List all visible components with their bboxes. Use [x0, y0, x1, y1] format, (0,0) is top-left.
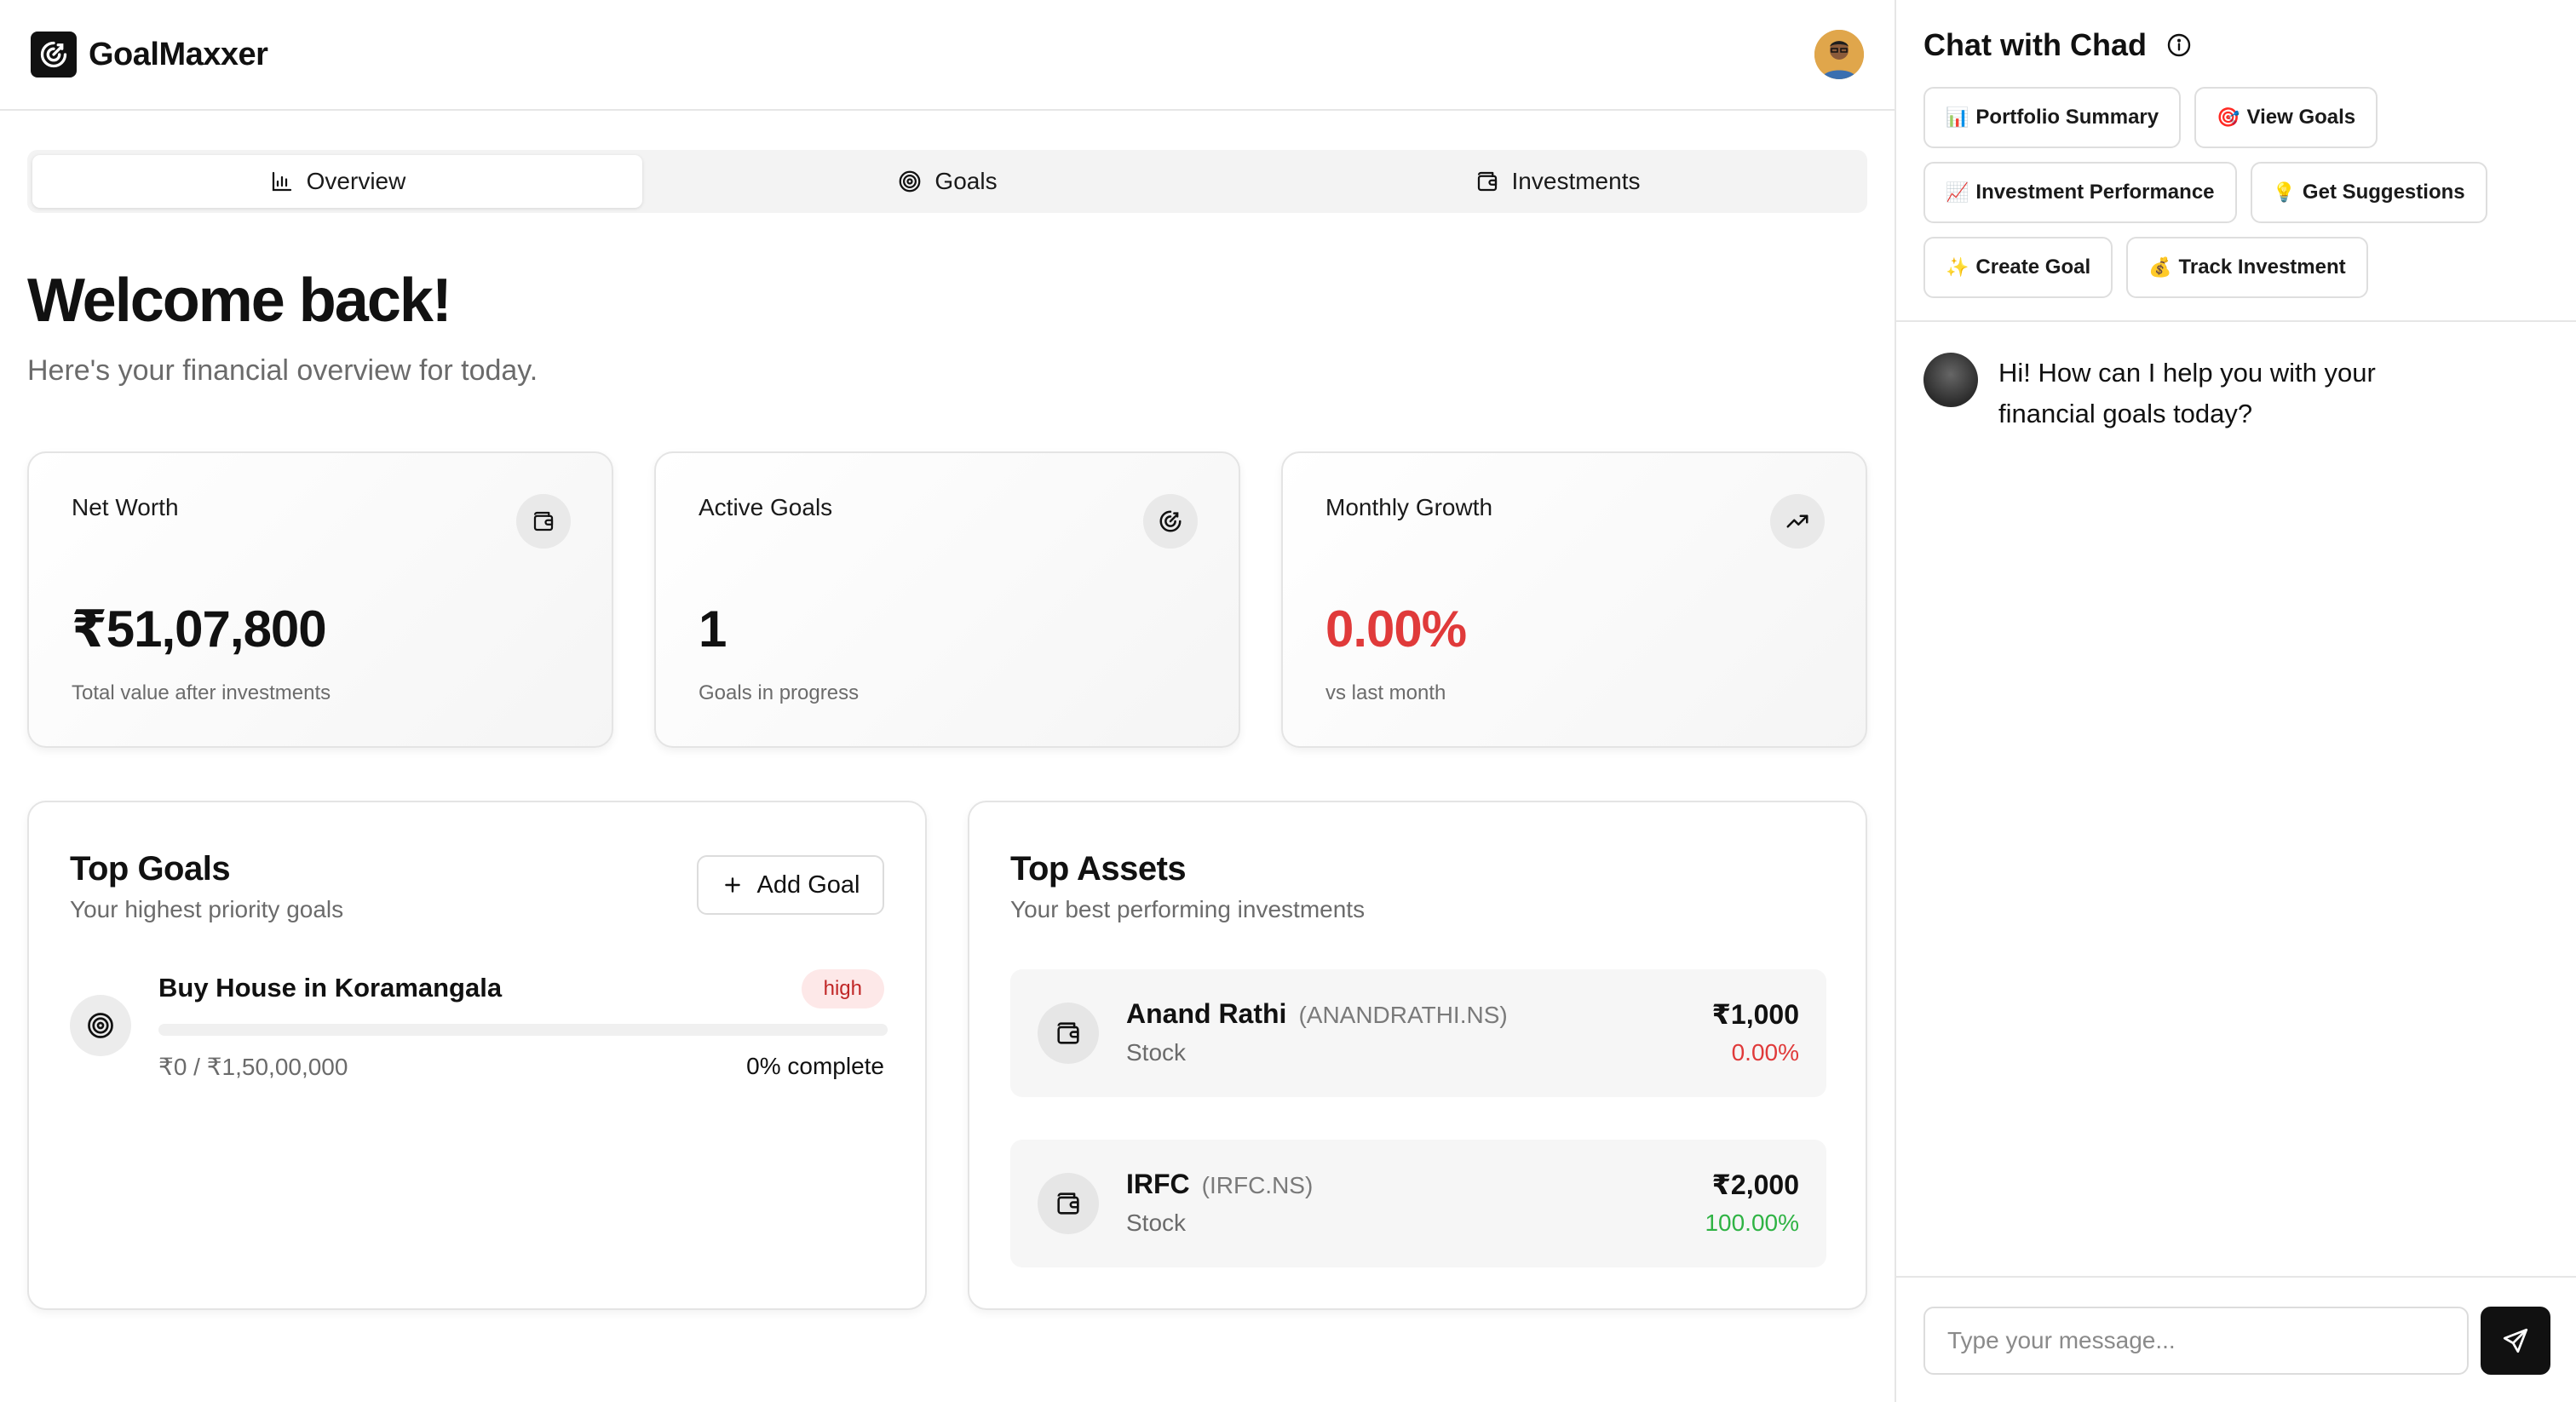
wallet-icon [1038, 1173, 1099, 1234]
chip-view-goals[interactable]: 🎯 View Goals [2194, 87, 2378, 148]
chip-label: Create Goal [1975, 256, 2091, 279]
goal-name: Buy House in Koramangala [158, 973, 503, 1003]
info-icon[interactable] [2165, 32, 2193, 59]
chat-message: Hi! How can I help you with your financi… [1923, 353, 2441, 434]
chip-get-suggestions[interactable]: 💡 Get Suggestions [2250, 162, 2487, 223]
chat-message-text: Hi! How can I help you with your financi… [1998, 358, 2376, 428]
chart-icon [272, 171, 291, 192]
stat-title: Net Worth [72, 494, 179, 520]
top-goals-panel: Top Goals Your highest priority goals Ad… [27, 801, 927, 1310]
asset-name: Anand Rathi (ANANDRATHI.NS) [1126, 998, 1508, 1030]
trend-chart-icon: 📈 [1946, 181, 1969, 203]
add-goal-label: Add Goal [756, 871, 860, 899]
asset-name-text: IRFC [1126, 1169, 1190, 1199]
send-button[interactable] [2481, 1307, 2550, 1375]
top-assets-panel: Top Assets Your best performing investme… [968, 801, 1867, 1310]
stat-value: 0.00% [1325, 600, 1467, 658]
chip-create-goal[interactable]: ✨ Create Goal [1923, 237, 2113, 298]
brand[interactable]: GoalMaxxer [31, 32, 268, 78]
asset-change: 0.00% [1731, 1039, 1799, 1066]
asset-ticker: (IRFC.NS) [1201, 1172, 1314, 1198]
chat-header: Chat with Chad 📊 Portfolio Summary 🎯 View … [1896, 0, 2576, 322]
quick-action-chips: 📊 Portfolio Summary 🎯 View Goals 📈 Investme… [1923, 87, 2537, 298]
target-icon [900, 170, 921, 192]
asset-name: IRFC (IRFC.NS) [1126, 1169, 1313, 1200]
target-icon [70, 995, 131, 1056]
stat-caption: Total value after investments [72, 681, 331, 704]
tab-investments[interactable]: Investments [1252, 155, 1862, 208]
plus-icon [724, 877, 740, 893]
asset-value: ₹2,000 [1711, 1169, 1799, 1200]
chat-message-input[interactable] [1923, 1307, 2469, 1375]
wallet-icon [1477, 171, 1497, 192]
panel-title: Top Assets [1010, 850, 1187, 888]
chip-investment-performance[interactable]: 📈 Investment Performance [1923, 162, 2237, 223]
tab-label: Investments [1511, 168, 1641, 194]
stat-card-active-goals: Active Goals 1 Goals in progress [654, 451, 1240, 748]
tab-label: Overview [306, 168, 406, 194]
panel-title: Top Goals [70, 850, 231, 888]
stat-caption: Goals in progress [699, 681, 860, 704]
stat-card-monthly-growth: Monthly Growth 0.00% vs last month [1281, 451, 1867, 748]
goal-amount: ₹0 / ₹1,50,00,000 [158, 1054, 348, 1080]
sparkles-icon: ✨ [1946, 256, 1969, 278]
asset-row[interactable]: IRFC (IRFC.NS) Stock ₹2,000 100.00% [1010, 1140, 1826, 1267]
stat-card-net-worth: Net Worth ₹51,07,800 Total value after i… [27, 451, 613, 748]
user-avatar[interactable] [1814, 30, 1864, 79]
panel-subtitle: Your highest priority goals [70, 896, 344, 922]
send-icon [2503, 1328, 2528, 1353]
view-tabs: Overview Goals Investments [27, 150, 1867, 213]
add-goal-button[interactable]: Add Goal [697, 855, 884, 915]
page-subtitle: Here's your financial overview for today… [27, 354, 538, 387]
dart-icon: 🎯 [2217, 106, 2240, 128]
asset-ticker: (ANANDRATHI.NS) [1298, 1002, 1508, 1028]
chat-sidebar: Chat with Chad 📊 Portfolio Summary 🎯 View … [1895, 0, 2576, 1402]
priority-badge: high [801, 969, 884, 1008]
asset-row[interactable]: Anand Rathi (ANANDRATHI.NS) Stock ₹1,000 … [1010, 969, 1826, 1097]
goal-target-icon [31, 32, 77, 78]
chip-label: Get Suggestions [2302, 181, 2465, 204]
tab-goals[interactable]: Goals [642, 155, 1252, 208]
asset-change: 100.00% [1705, 1210, 1799, 1236]
chat-title-text: Chat with Chad [1923, 27, 2147, 62]
trending-up-icon [1770, 494, 1825, 549]
goal-progress-bar [158, 1024, 888, 1036]
wallet-icon [516, 494, 571, 549]
lightbulb-icon: 💡 [2272, 181, 2296, 203]
chip-label: Track Investment [2178, 256, 2346, 279]
tab-label: Goals [934, 168, 998, 194]
goal-target-icon [1143, 494, 1198, 549]
tab-overview[interactable]: Overview [32, 155, 642, 208]
stat-title: Monthly Growth [1325, 494, 1493, 520]
top-header: GoalMaxxer [0, 0, 1895, 111]
money-bag-icon: 💰 [2148, 256, 2172, 278]
chip-track-investment[interactable]: 💰 Track Investment [2126, 237, 2368, 298]
chat-composer [1896, 1276, 2576, 1402]
asset-value: ₹1,000 [1711, 999, 1799, 1030]
page-title: Welcome back! [27, 267, 452, 335]
chip-label: View Goals [2246, 106, 2356, 129]
chip-label: Investment Performance [1975, 181, 2215, 204]
wallet-icon [1038, 1003, 1099, 1064]
goal-percent: 0% complete [746, 1053, 884, 1079]
app-name: GoalMaxxer [89, 36, 268, 72]
chat-title: Chat with Chad [1923, 26, 2549, 65]
bot-avatar [1923, 353, 1978, 407]
stat-value: 1 [699, 600, 727, 658]
main-area: GoalMaxxer Overview Goals Investments We… [0, 0, 1895, 1402]
panel-subtitle: Your best performing investments [1010, 896, 1366, 922]
asset-type: Stock [1126, 1210, 1187, 1236]
bar-chart-icon: 📊 [1946, 106, 1969, 128]
stat-value: ₹51,07,800 [72, 600, 327, 658]
asset-name-text: Anand Rathi [1126, 998, 1287, 1029]
stat-title: Active Goals [699, 494, 833, 520]
asset-type: Stock [1126, 1039, 1187, 1066]
chip-portfolio-summary[interactable]: 📊 Portfolio Summary [1923, 87, 2182, 148]
chip-label: Portfolio Summary [1975, 106, 2159, 129]
stat-caption: vs last month [1325, 681, 1446, 704]
